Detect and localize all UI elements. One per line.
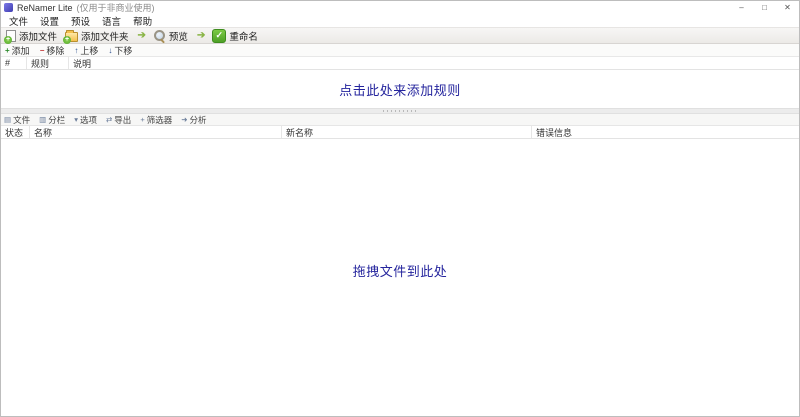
close-button[interactable]: ✕ [776,1,799,14]
analyze-label: 分析 [190,114,207,126]
flow-arrow-icon: ➔ [135,30,149,41]
rule-remove-button[interactable]: − 移除 [40,44,65,57]
rule-remove-label: 移除 [46,44,64,57]
renamer-window: ReNamer Lite (仅用于非商业使用) – □ ✕ 文件 设置 预设 语… [0,0,800,417]
filter-button[interactable]: + 筛选器 [140,114,172,126]
flow-arrow-icon: ➔ [194,30,208,41]
titlebar: ReNamer Lite (仅用于非商业使用) – □ ✕ [1,1,799,14]
arrow-up-icon: ↑ [74,46,78,55]
menu-help[interactable]: 帮助 [127,14,158,28]
add-file-icon: + [6,30,16,42]
rule-add-button[interactable]: + 添加 [5,44,30,57]
rules-col-rule[interactable]: 规则 [27,57,69,69]
rule-move-up-label: 上移 [80,44,98,57]
menu-file[interactable]: 文件 [3,14,34,28]
rename-check-icon: ✓ [212,29,226,43]
main-toolbar: + 添加文件 + 添加文件夹 ➔ 预览 ➔ ✓ 重命名 [1,27,799,44]
files-drop-area[interactable]: 拖拽文件到此处 [1,139,799,416]
options-menu-button[interactable]: ▾ 选项 [74,114,97,126]
export-label: 导出 [114,114,131,126]
minus-icon: − [40,46,45,55]
file-icon: ▤ [4,115,11,124]
files-menu-button[interactable]: ▤ 文件 [4,114,30,126]
menu-bar: 文件 设置 预设 语言 帮助 [1,14,799,27]
filter-icon: + [140,115,144,124]
filter-label: 筛选器 [147,114,173,126]
rules-col-number[interactable]: # [1,57,27,69]
files-col-name[interactable]: 名称 [30,126,282,138]
add-folders-label: 添加文件夹 [81,29,129,43]
files-header: 状态 名称 新名称 错误信息 [1,126,799,139]
plus-badge-icon: + [63,36,71,44]
files-col-status[interactable]: 状态 [1,126,30,138]
files-menu-label: 文件 [13,114,30,126]
rule-add-label: 添加 [12,44,30,57]
license-note: (仅用于非商业使用) [77,1,155,14]
preview-label: 预览 [169,29,188,43]
splitter-grip-icon [383,110,417,112]
add-files-button[interactable]: + 添加文件 [4,28,61,44]
menu-presets[interactable]: 预设 [65,14,96,28]
files-toolbar: ▤ 文件 ▥ 分栏 ▾ 选项 ⇄ 导出 + 筛选器 ➜ 分析 [1,114,799,126]
app-icon [4,3,13,12]
rule-move-down-label: 下移 [114,44,132,57]
add-folder-icon: + [65,32,78,42]
rule-move-down-button[interactable]: ↓ 下移 [108,44,132,57]
rules-col-description[interactable]: 说明 [69,57,799,69]
menu-settings[interactable]: 设置 [34,14,65,28]
rules-empty-area[interactable]: 点击此处来添加规则 [1,70,799,108]
export-button[interactable]: ⇄ 导出 [106,114,131,126]
window-title: ReNamer Lite [17,3,73,13]
columns-menu-button[interactable]: ▥ 分栏 [39,114,65,126]
columns-icon: ▥ [39,115,46,124]
minimize-button[interactable]: – [730,1,753,14]
export-icon: ⇄ [106,115,112,124]
rename-label: 重命名 [229,29,258,43]
plus-icon: + [5,46,10,55]
rename-button[interactable]: ✓ 重命名 [210,28,262,44]
add-folders-button[interactable]: + 添加文件夹 [63,28,133,44]
analyze-arrow-icon: ➜ [181,115,187,124]
files-col-new-name[interactable]: 新名称 [282,126,532,138]
menu-language[interactable]: 语言 [96,14,127,28]
rule-move-up-button[interactable]: ↑ 上移 [74,44,98,57]
rules-header: # 规则 说明 [1,57,799,70]
options-menu-label: 选项 [80,114,97,126]
rules-toolbar: + 添加 − 移除 ↑ 上移 ↓ 下移 [1,44,799,57]
maximize-button[interactable]: □ [753,1,776,14]
columns-menu-label: 分栏 [48,114,65,126]
add-files-label: 添加文件 [19,29,57,43]
add-rule-hint[interactable]: 点击此处来添加规则 [339,80,461,99]
arrow-down-icon: ↓ [108,46,112,55]
preview-button[interactable]: 预览 [151,28,192,44]
plus-badge-icon: + [4,36,12,44]
analyze-button[interactable]: ➜ 分析 [181,114,206,126]
preview-magnifier-icon [153,29,166,42]
chevron-down-icon: ▾ [74,115,78,124]
files-col-error[interactable]: 错误信息 [532,126,799,138]
drop-files-hint: 拖拽文件到此处 [353,261,448,280]
